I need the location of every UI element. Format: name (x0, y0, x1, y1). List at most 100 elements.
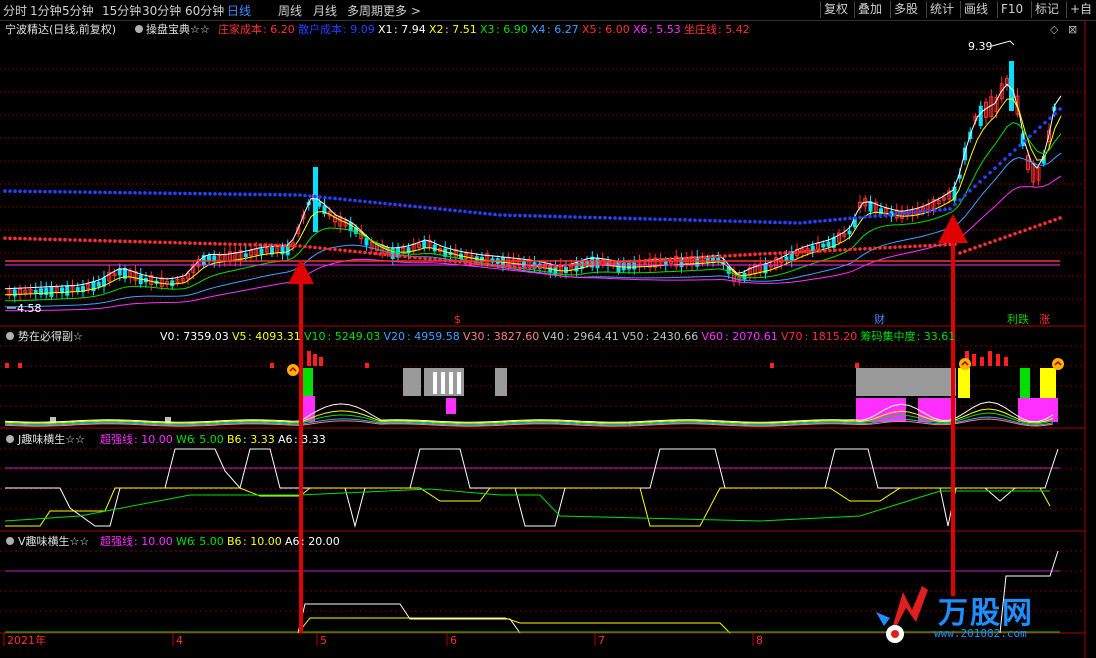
toolbar-button-1[interactable]: 叠加 (854, 1, 885, 18)
retail-cost-dot (433, 206, 437, 211)
banker-cost-dot (523, 265, 527, 270)
retail-cost-dot (98, 190, 102, 195)
retail-cost-dot (403, 203, 407, 208)
toolbar-button-7[interactable]: +自 (1066, 1, 1095, 18)
period-tab-2[interactable]: 5分钟 (62, 2, 94, 19)
banker-cost-dot (788, 250, 792, 255)
banker-cost-dot (823, 248, 827, 253)
main-legend-label-2: X1 (378, 23, 393, 36)
period-tab-0[interactable]: 分时 (3, 2, 27, 19)
banker-cost-dot (868, 246, 872, 251)
retail-cost-dot (728, 219, 732, 223)
period-tab-8[interactable]: 月线 (313, 2, 337, 19)
retail-cost-dot (478, 211, 482, 215)
retail-cost-dot (643, 217, 647, 221)
toolbar-button-6[interactable]: 标记 (1031, 1, 1062, 18)
banker-cost-dot (758, 252, 762, 256)
banker-cost-dot (358, 250, 362, 254)
period-tab-6[interactable]: 日线 (227, 2, 251, 19)
period-tab-4[interactable]: 30分钟 (142, 2, 181, 19)
volume-red-bar (313, 354, 317, 366)
banker-cost-dot (913, 244, 917, 249)
toolbar-button-3[interactable]: 统计 (926, 1, 957, 18)
retail-cost-dot (973, 184, 977, 189)
retail-cost-dot (133, 191, 137, 195)
event-marker-0: $ (454, 313, 461, 326)
banker-cost-dot (198, 241, 202, 246)
banker-cost-dot (133, 239, 137, 244)
indicator-name: 操盘宝典☆☆ (146, 22, 210, 36)
retail-cost-dot (733, 219, 737, 224)
banker-cost-dot (708, 255, 712, 259)
retail-cost-dot (673, 217, 677, 222)
retail-cost-dot (583, 215, 587, 220)
banker-cost-dot (638, 259, 642, 263)
banker-cost-dot (128, 239, 132, 244)
retail-cost-dot (33, 189, 37, 194)
main-legend-value-6: : 6.00 (598, 23, 630, 36)
main-legend-value-1: : 9.09 (343, 23, 375, 36)
retail-cost-dot (63, 190, 67, 194)
retail-cost-dot (573, 215, 577, 219)
retail-cost-dot (218, 192, 222, 196)
banker-cost-dot (553, 264, 557, 268)
toolbar-button-0[interactable]: 复权 (820, 1, 851, 18)
banker-cost-dot (473, 261, 477, 266)
banker-cost-dot (793, 250, 797, 255)
banker-cost-dot (928, 243, 932, 248)
volume-red-bar (980, 357, 984, 366)
toolbar-button-5[interactable]: F10 (997, 1, 1026, 18)
retail-cost-dot (978, 179, 982, 184)
retail-cost-dot (268, 192, 272, 197)
retail-cost-dot (243, 192, 247, 197)
retail-cost-dot (783, 220, 787, 225)
banker-cost-dot (538, 265, 542, 269)
banker-cost-dot (503, 264, 507, 269)
panel2-legend-label-0: V0 (160, 330, 175, 343)
banker-cost-dot (763, 251, 767, 256)
j-indicator-panel[interactable] (4, 448, 1060, 528)
banker-cost-dot (668, 257, 672, 262)
high-pointer (991, 40, 1015, 47)
retail-cost-dot (213, 192, 217, 196)
event-marker-3: 涨 (1039, 313, 1050, 326)
retail-cost-dot (503, 213, 507, 217)
period-tab-7[interactable]: 周线 (278, 2, 302, 19)
banker-cost-dot (878, 246, 882, 250)
banker-cost-dot (408, 255, 412, 259)
candle-body (564, 266, 568, 274)
banker-cost-dot (268, 243, 272, 247)
toolbar-button-2[interactable]: 多股 (890, 1, 921, 18)
rocket-icon (876, 586, 928, 643)
period-tab-1[interactable]: 1分钟 (30, 2, 62, 19)
period-tab-5[interactable]: 60分钟 (185, 2, 224, 19)
banker-cost-dot (148, 240, 152, 244)
retail-cost-dot (948, 207, 952, 211)
retail-cost-dot (898, 211, 902, 216)
banker-cost-dot (1018, 230, 1022, 234)
retail-cost-dot (823, 218, 827, 223)
chart-area[interactable]: 9.39 4.58 $ 财 利跌涨 2021年 4 5 6 7 8 宁波精达(日线,前复权) 操盘宝… (0, 21, 1096, 658)
toolbar-button-4[interactable]: 画线 (960, 1, 991, 18)
retail-cost-dot (338, 197, 342, 201)
banker-cost-dot (468, 261, 472, 265)
chip-indicator-panel[interactable] (4, 351, 1064, 427)
retail-cost-dot (438, 207, 442, 211)
main-price-panel[interactable]: 9.39 4.58 $ 财 利跌涨 (3, 40, 1062, 326)
period-tab-3[interactable]: 15分钟 (102, 2, 141, 19)
period-tab-9[interactable]: 多周期 (347, 2, 383, 19)
period-tab-10[interactable]: 更多 > (383, 2, 421, 19)
banker-cost-dot (603, 261, 607, 265)
retail-cost-dot (483, 211, 487, 216)
retail-cost-dot (233, 192, 237, 196)
retail-cost-dot (788, 220, 792, 225)
retail-cost-dot (1023, 139, 1027, 143)
banker-cost-dot (863, 246, 867, 251)
event-marker-2: 利跌 (1007, 312, 1029, 326)
panel2-legend-value-3: : 4959.58 (407, 330, 460, 343)
banker-cost-dot (178, 241, 182, 245)
banker-cost-dot (313, 245, 317, 250)
candle-body (96, 281, 101, 287)
panel3-legend-value-3: : 3.33 (294, 433, 326, 446)
banker-cost-dot (983, 242, 987, 247)
